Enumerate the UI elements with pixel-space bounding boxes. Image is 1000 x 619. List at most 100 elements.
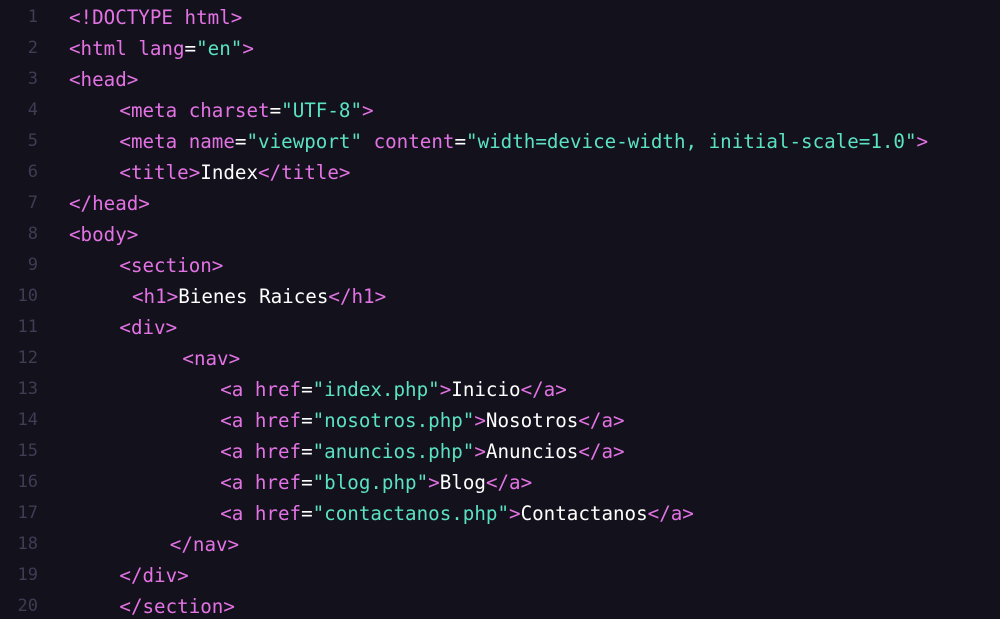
code-line[interactable]: 9 <section> (0, 250, 1000, 281)
token-tag: <a (220, 502, 255, 525)
code-line[interactable]: 7 </head> (0, 188, 1000, 219)
line-number: 15 (17, 441, 38, 461)
line-number: 10 (17, 286, 38, 306)
code-line[interactable]: 18 </nav> (0, 529, 1000, 560)
token-str: "viewport" (246, 130, 363, 153)
code-line[interactable]: 1 <!DOCTYPE html> (0, 2, 1000, 33)
token-tag: <meta (119, 99, 189, 122)
token-attr: content (373, 130, 455, 153)
line-number: 6 (27, 162, 38, 182)
token-tag: <body> (69, 223, 139, 246)
code-content: <section> (69, 250, 223, 281)
line-number: 19 (17, 565, 38, 585)
code-content: <!DOCTYPE html> (69, 2, 242, 33)
token-eq: = (301, 409, 313, 432)
code-content: </div> (69, 560, 189, 591)
code-editor[interactable]: 1 <!DOCTYPE html> 2 <html lang="en"> 3 <head>… (0, 0, 1000, 619)
line-number: 16 (17, 472, 38, 492)
code-content: </head> (69, 188, 150, 219)
line-number: 9 (27, 255, 38, 275)
code-line[interactable]: 16 <a href="blog.php">Blog</a> (0, 467, 1000, 498)
token-attr: href (254, 471, 302, 494)
token-str: "nosotros.php" (312, 409, 475, 432)
token-tag: > (428, 471, 440, 494)
token-str: "index.php" (312, 378, 440, 401)
line-number: 4 (27, 100, 38, 120)
token-tag: </head> (69, 192, 150, 215)
token-tag: </a> (647, 502, 694, 525)
token-txt: Inicio (451, 378, 521, 401)
code-line[interactable]: 8 <body> (0, 219, 1000, 250)
token-tag: <div> (119, 316, 178, 339)
token-tag: > (474, 440, 486, 463)
line-number: 20 (17, 596, 38, 616)
code-line[interactable]: 11 <div> (0, 312, 1000, 343)
token-txt: Bienes Raices (178, 285, 329, 308)
code-line[interactable]: 19 </div> (0, 560, 1000, 591)
token-eq: = (301, 471, 313, 494)
token-tag: <h1> (132, 285, 179, 308)
line-number: 11 (17, 317, 38, 337)
token-tag: </a> (485, 471, 533, 494)
token-eq: = (234, 130, 247, 153)
token-eq: = (454, 130, 467, 153)
code-content: <a href="blog.php">Blog</a> (69, 467, 532, 498)
code-content: <meta charset="UTF-8"> (69, 95, 374, 126)
code-line[interactable]: 4 <meta charset="UTF-8"> (0, 95, 1000, 126)
token-tag: </nav> (169, 533, 240, 556)
token-tag: <a (220, 471, 255, 494)
code-line[interactable]: 17 <a href="contactanos.php">Contactanos<… (0, 498, 1000, 529)
token-tag: </div> (119, 564, 189, 587)
line-number: 14 (17, 410, 38, 430)
token-str: "width=device-width, initial-scale=1.0" (466, 130, 917, 153)
token-eq: = (269, 99, 282, 122)
code-content: <a href="nosotros.php">Nosotros</a> (69, 405, 625, 436)
line-number: 1 (27, 7, 38, 27)
token-txt: Blog (439, 471, 486, 494)
code-content: <body> (69, 219, 138, 250)
code-content: <head> (69, 64, 138, 95)
code-line[interactable]: 10 <h1>Bienes Raices</h1> (0, 281, 1000, 312)
line-number: 17 (17, 503, 38, 523)
code-line[interactable]: 13 <a href="index.php">Inicio</a> (0, 374, 1000, 405)
code-line[interactable]: 6 <title>Index</title> (0, 157, 1000, 188)
token-tag: <nav> (182, 347, 241, 370)
token-tag: </section> (119, 595, 235, 618)
line-number: 7 (27, 193, 38, 213)
token-eq: = (184, 37, 197, 60)
token-tag: > (439, 378, 452, 401)
code-line[interactable]: 5 <meta name="viewport" content="width=de… (0, 126, 1000, 157)
code-content: <h1>Bienes Raices</h1> (69, 281, 386, 312)
code-line[interactable]: 15 <a href="anuncios.php">Anuncios</a> (0, 436, 1000, 467)
token-attr: charset (188, 99, 270, 122)
token-tag: <a (220, 440, 255, 463)
token-attr: name (188, 130, 235, 153)
token-eq: = (301, 440, 313, 463)
token-tag: > (362, 99, 374, 122)
token-tag: </a> (578, 409, 625, 432)
token-tag: </title> (258, 161, 351, 184)
token-eq: = (301, 502, 313, 525)
token-txt: Nosotros (485, 409, 579, 432)
token-str: "UTF-8" (281, 99, 363, 122)
token-str: "anuncios.php" (312, 440, 475, 463)
code-line[interactable]: 14 <a href="nosotros.php">Nosotros</a> (0, 405, 1000, 436)
code-line[interactable]: 3 <head> (0, 64, 1000, 95)
token-tag: <head> (69, 68, 139, 91)
token-tag: </a> (520, 378, 567, 401)
code-content: <html lang="en"> (69, 33, 254, 64)
token-txt: Contactanos (520, 502, 648, 525)
line-number: 5 (27, 131, 38, 151)
code-content: <nav> (69, 343, 240, 374)
token-tag: <title> (119, 161, 201, 184)
token-str: "blog.php" (312, 471, 429, 494)
code-content: <a href="anuncios.php">Anuncios</a> (69, 436, 624, 467)
token-attr: href (254, 409, 302, 432)
line-number: 3 (27, 69, 38, 89)
token-attr: href (254, 502, 302, 525)
code-line[interactable]: 2 <html lang="en"> (0, 33, 1000, 64)
code-line[interactable]: 20 </section> (0, 591, 1000, 619)
token-tag: <a (220, 378, 255, 401)
code-line[interactable]: 12 <nav> (0, 343, 1000, 374)
token-txt: Index (200, 161, 259, 184)
